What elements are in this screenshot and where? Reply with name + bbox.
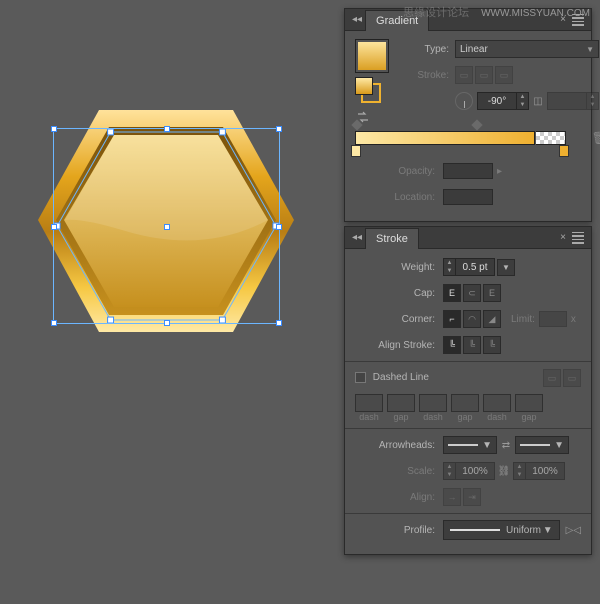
- arrow-align-label: Align:: [355, 492, 443, 503]
- profile-dropdown[interactable]: Uniform ▼: [443, 520, 560, 540]
- scale-end-input: ▲▼ 100%: [513, 462, 565, 480]
- align-stroke-label: Align Stroke:: [355, 340, 443, 351]
- stroke-panel-header[interactable]: ◂◂ Stroke ×: [345, 227, 591, 249]
- collapse-arrows-icon[interactable]: ◂◂: [349, 14, 365, 25]
- type-dropdown[interactable]: Linear▼: [455, 40, 599, 58]
- stroke-within-icon: ▭: [455, 66, 473, 84]
- swap-arrowheads-icon[interactable]: ⇄: [499, 438, 513, 452]
- canvas-area[interactable]: [0, 0, 340, 604]
- corner-label: Corner:: [355, 314, 443, 325]
- opacity-label: Opacity:: [355, 166, 443, 177]
- location-field: [443, 189, 493, 205]
- align-inside-icon[interactable]: ╚: [463, 336, 481, 354]
- stroke-along-icon: ▭: [475, 66, 493, 84]
- stroke-tab[interactable]: Stroke: [365, 228, 419, 249]
- align-center-icon[interactable]: ╚: [443, 336, 461, 354]
- scale-start-input: ▲▼ 100%: [443, 462, 495, 480]
- scale-label: Scale:: [355, 466, 443, 477]
- limit-label: Limit:: [511, 314, 535, 325]
- opacity-field: [443, 163, 493, 179]
- cap-round-icon[interactable]: ⊂: [463, 284, 481, 302]
- color-stop-left[interactable]: [351, 145, 361, 157]
- gap-3: [515, 394, 543, 412]
- limit-field: [539, 311, 567, 327]
- trash-icon[interactable]: 🗑: [592, 131, 600, 145]
- profile-label: Profile:: [355, 525, 443, 536]
- dash-preserve-icon: ▭: [543, 369, 561, 387]
- dash-2: [419, 394, 447, 412]
- dash-3: [483, 394, 511, 412]
- arrowheads-label: Arrowheads:: [355, 440, 443, 451]
- arrow-align-tip-icon: →: [443, 488, 461, 506]
- stroke-label: Stroke:: [397, 70, 455, 81]
- location-label: Location:: [355, 192, 443, 203]
- cap-butt-icon[interactable]: E: [443, 284, 461, 302]
- dash-align-icon: ▭: [563, 369, 581, 387]
- collapse-arrows-icon[interactable]: ◂◂: [349, 232, 365, 243]
- corner-miter-icon[interactable]: ⌐: [443, 310, 461, 328]
- aspect-input: ▲▼: [547, 92, 599, 110]
- gap-2: [451, 394, 479, 412]
- corner-round-icon[interactable]: ◠: [463, 310, 481, 328]
- close-icon[interactable]: ×: [557, 232, 569, 243]
- cap-label: Cap:: [355, 288, 443, 299]
- arrowhead-end-dropdown[interactable]: ▼: [515, 436, 569, 454]
- panel-menu-icon[interactable]: [569, 232, 587, 244]
- arrow-align-end-icon: ⇥: [463, 488, 481, 506]
- dashed-line-checkbox[interactable]: [355, 372, 366, 383]
- angle-dial-icon[interactable]: [455, 92, 473, 110]
- gradient-slider[interactable]: 🗑: [355, 131, 581, 145]
- hexagon-artwork: [32, 100, 300, 370]
- link-scale-icon: ⛓: [497, 464, 511, 478]
- fill-stroke-swatch[interactable]: [355, 77, 381, 103]
- corner-bevel-icon[interactable]: ◢: [483, 310, 501, 328]
- weight-dropdown[interactable]: ▼: [497, 259, 515, 276]
- weight-label: Weight:: [355, 262, 443, 273]
- arrowhead-start-dropdown[interactable]: ▼: [443, 436, 497, 454]
- gradient-panel: ◂◂ Gradient × Type:: [344, 8, 592, 222]
- flip-along-icon[interactable]: ▷◁: [566, 525, 581, 536]
- dash-1: [355, 394, 383, 412]
- cap-projecting-icon[interactable]: E: [483, 284, 501, 302]
- aspect-ratio-icon: ◫: [531, 94, 545, 108]
- dashed-line-label: Dashed Line: [373, 373, 429, 384]
- stroke-panel: ◂◂ Stroke × Weight: ▲▼ 0.5 pt ▼ Cap: E ⊂…: [344, 226, 592, 555]
- watermark: 思缘设计论坛WWW.MISSYUAN.COM: [403, 4, 590, 20]
- align-outside-icon[interactable]: ╚: [483, 336, 501, 354]
- type-label: Type:: [397, 44, 455, 55]
- color-stop-right[interactable]: [559, 145, 569, 157]
- gradient-swatch[interactable]: [355, 39, 389, 73]
- weight-input[interactable]: ▲▼ 0.5 pt: [443, 258, 495, 276]
- angle-input[interactable]: -90° ▲▼: [477, 92, 529, 110]
- stroke-across-icon: ▭: [495, 66, 513, 84]
- gap-1: [387, 394, 415, 412]
